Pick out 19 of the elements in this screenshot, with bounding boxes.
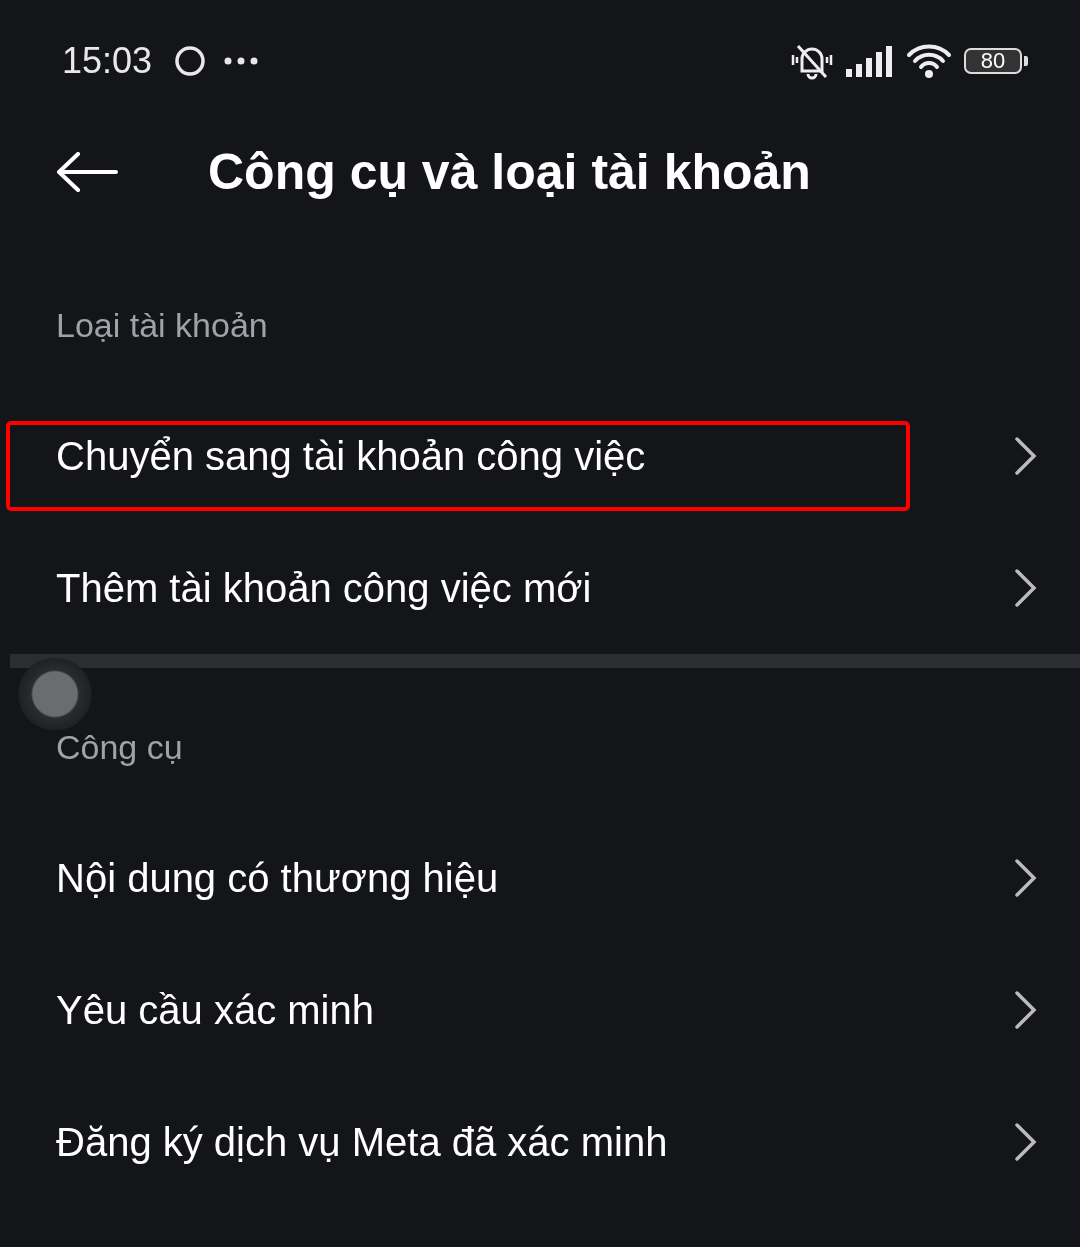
section-title: Loại tài khoản xyxy=(56,306,268,344)
section-title: Công cụ xyxy=(56,728,183,766)
circle-icon xyxy=(174,45,207,77)
chevron-right-icon xyxy=(1014,858,1038,898)
more-icon xyxy=(224,57,259,65)
signal-icon xyxy=(846,45,894,77)
chevron-right-icon xyxy=(1014,568,1038,608)
back-arrow-icon[interactable] xyxy=(56,152,118,192)
wifi-icon xyxy=(906,42,952,80)
settings-item[interactable]: Đăng ký dịch vụ Meta đã xác minh xyxy=(0,1076,1080,1208)
settings-item[interactable]: Nội dung có thương hiệu xyxy=(0,812,1080,944)
chevron-right-icon xyxy=(1014,1122,1038,1162)
chevron-right-icon xyxy=(1014,436,1038,476)
chevron-right-icon xyxy=(1014,990,1038,1030)
settings-item[interactable]: Thêm tài khoản công việc mới xyxy=(0,522,1080,654)
settings-item[interactable]: Chuyển sang tài khoản công việc xyxy=(0,390,1080,522)
settings-item[interactable]: Yêu cầu xác minh xyxy=(0,944,1080,1076)
status-time: 15:03 xyxy=(62,40,153,82)
page-title: Công cụ và loại tài khoản xyxy=(208,143,811,201)
